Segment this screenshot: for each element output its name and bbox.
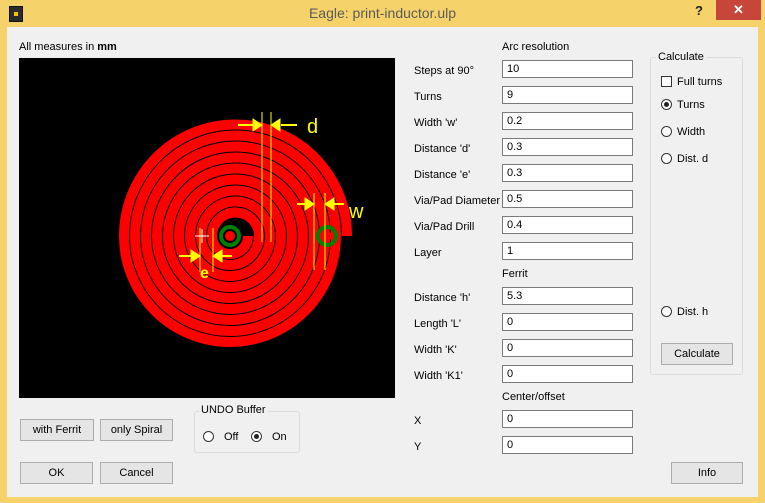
undo-off-label: Off <box>224 431 239 443</box>
center-offset-heading: Center/offset <box>502 391 565 403</box>
units-prefix: All measures in <box>19 41 98 53</box>
window-title: Eagle: print-inductor.ulp <box>308 5 457 21</box>
turns-radio[interactable] <box>661 99 672 110</box>
turns-label: Turns <box>414 91 442 103</box>
spiral-preview: d w e <box>19 58 395 398</box>
label-d: d <box>307 116 318 138</box>
arc-resolution-heading: Arc resolution <box>502 41 570 53</box>
turns-input[interactable] <box>502 86 633 104</box>
width-k1-label: Width 'K1' <box>414 370 463 382</box>
window-frame-right <box>758 27 765 503</box>
window-frame-left <box>0 27 7 503</box>
distance-e-input[interactable] <box>502 164 633 182</box>
dist-d-radio-label: Dist. d <box>677 153 709 165</box>
label-w: w <box>348 201 364 223</box>
width-k1-input[interactable] <box>502 365 633 383</box>
ferrit-heading: Ferrit <box>502 268 528 280</box>
help-button[interactable]: ? <box>692 2 706 20</box>
full-turns-checkbox[interactable] <box>661 76 672 87</box>
cancel-button[interactable]: Cancel <box>100 462 173 484</box>
undo-on-radio[interactable] <box>251 431 262 442</box>
dist-h-radio[interactable] <box>661 306 672 317</box>
layer-label: Layer <box>414 247 442 259</box>
calculate-group-title: Calculate <box>656 51 706 63</box>
via-diameter-input[interactable] <box>502 190 633 208</box>
width-k-input[interactable] <box>502 339 633 357</box>
dist-d-radio[interactable] <box>661 153 672 164</box>
y-input[interactable] <box>502 436 633 454</box>
calculate-button[interactable]: Calculate <box>661 343 733 365</box>
dist-h-radio-label: Dist. h <box>677 306 709 318</box>
only-spiral-button[interactable]: only Spiral <box>100 419 173 441</box>
distance-d-input[interactable] <box>502 138 633 156</box>
distance-d-label: Distance 'd' <box>414 143 471 155</box>
ok-button[interactable]: OK <box>20 462 93 484</box>
x-input[interactable] <box>502 410 633 428</box>
units-label: All measures in mm <box>19 41 117 53</box>
y-label: Y <box>414 441 422 453</box>
x-label: X <box>414 415 422 427</box>
title-bar: Eagle: print-inductor.ulp ? ✕ <box>0 0 765 27</box>
undo-off-radio[interactable] <box>203 431 214 442</box>
distance-h-label: Distance 'h' <box>414 292 471 304</box>
via-diameter-label: Via/Pad Diameter <box>414 195 501 207</box>
via-drill-label: Via/Pad Drill <box>414 221 475 233</box>
distance-e-label: Distance 'e' <box>414 169 471 181</box>
width-k-label: Width 'K' <box>414 344 457 356</box>
layer-input[interactable] <box>502 242 633 260</box>
width-radio-label: Width <box>677 126 706 138</box>
undo-on-label: On <box>272 431 287 443</box>
outer-via-pad <box>322 231 332 241</box>
width-w-label: Width 'w' <box>414 117 458 129</box>
length-l-input[interactable] <box>502 313 633 331</box>
with-ferrit-button[interactable]: with Ferrit <box>20 419 94 441</box>
units-value: mm <box>97 41 117 53</box>
distance-h-input[interactable] <box>502 287 633 305</box>
length-l-label: Length 'L' <box>414 318 462 330</box>
undo-buffer-title: UNDO Buffer <box>199 404 268 416</box>
close-button[interactable]: ✕ <box>716 0 761 20</box>
window-frame-bottom <box>0 497 765 503</box>
steps-input[interactable] <box>502 60 633 78</box>
label-e: e <box>200 265 209 282</box>
full-turns-label: Full turns <box>677 76 723 88</box>
inner-via-pad <box>225 231 235 241</box>
turns-radio-label: Turns <box>677 99 705 111</box>
width-w-input[interactable] <box>502 112 633 130</box>
via-drill-input[interactable] <box>502 216 633 234</box>
width-radio[interactable] <box>661 126 672 137</box>
info-button[interactable]: Info <box>671 462 743 484</box>
steps-label: Steps at 90° <box>414 65 475 77</box>
spiral-preview-svg: d w e <box>118 112 364 347</box>
